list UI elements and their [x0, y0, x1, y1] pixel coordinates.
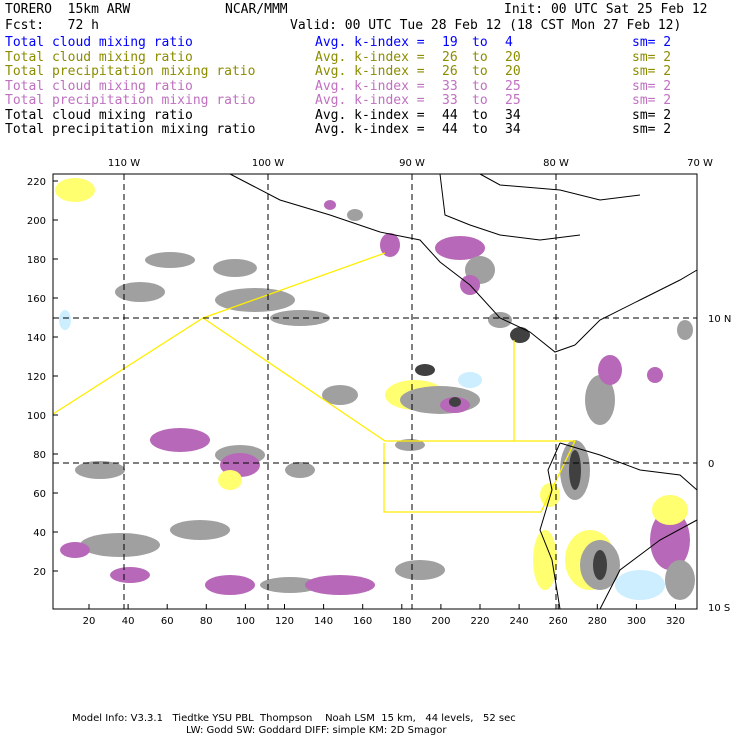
y-tick-label: 180 [27, 255, 46, 266]
cloud-area [569, 450, 581, 490]
x-tick-label: 100 [236, 616, 255, 627]
x-tick-label: 260 [549, 616, 568, 627]
y-tick-label: 200 [27, 216, 46, 227]
region-boundary-line [383, 440, 577, 513]
cloud-area [533, 530, 557, 590]
cloud-area [615, 570, 665, 600]
latitude-label: 10 S [708, 603, 730, 614]
cloud-area [324, 200, 336, 210]
longitude-label: 110 W [108, 158, 140, 169]
latitude-label: 0 [708, 459, 714, 470]
cloud-area [218, 470, 242, 490]
cloud-area [677, 320, 693, 340]
x-tick-label: 220 [470, 616, 489, 627]
coastline [479, 173, 641, 201]
coastline [229, 173, 576, 353]
cloud-area [80, 533, 160, 557]
cloud-area [488, 312, 512, 328]
longitude-label: 90 W [399, 158, 425, 169]
cloud-area [593, 550, 607, 580]
x-tick-label: 60 [161, 616, 174, 627]
x-tick-label: 40 [122, 616, 135, 627]
y-tick-label: 60 [33, 489, 46, 500]
model-info-line1: Model Info: V3.3.1 Tiedtke YSU PBL Thomp… [72, 713, 516, 724]
latitude-label: 10 N [708, 314, 731, 325]
cloud-area [75, 461, 125, 479]
x-tick-label: 120 [275, 616, 294, 627]
longitude-label: 70 W [687, 158, 713, 169]
cloud-area [305, 575, 375, 595]
y-tick-label: 140 [27, 333, 46, 344]
coastline [439, 173, 581, 241]
y-tick-label: 100 [27, 411, 46, 422]
x-tick-label: 200 [431, 616, 450, 627]
map-plot: 110 W 100 W 90 W 80 W 70 W 10 N 0 10 S 220 200 180… [27, 158, 731, 627]
x-tick-label: 300 [627, 616, 646, 627]
y-tick-label: 160 [27, 294, 46, 305]
model-info-line2: LW: Godd SW: Goddard DIFF: simple KM: 2D… [186, 725, 447, 736]
x-tick-label: 320 [666, 616, 685, 627]
cloud-area [205, 575, 255, 595]
y-tick-label: 80 [33, 450, 46, 461]
cloud-area [347, 209, 363, 221]
y-tick-label: 120 [27, 372, 46, 383]
cloud-area [59, 310, 71, 330]
cloud-area [213, 259, 257, 277]
cloud-area [395, 560, 445, 580]
x-tick-label: 20 [83, 616, 96, 627]
y-tick-label: 220 [27, 177, 46, 188]
cloud-area [458, 372, 482, 388]
longitude-label: 100 W [252, 158, 284, 169]
x-tick-label: 240 [510, 616, 529, 627]
cloud-area [145, 252, 195, 268]
cloud-area [60, 542, 90, 558]
cloud-area [170, 520, 230, 540]
x-tick-label: 160 [353, 616, 372, 627]
x-tick-label: 180 [392, 616, 411, 627]
longitude-label: 80 W [543, 158, 569, 169]
y-tick-label: 40 [33, 528, 46, 539]
cloud-area [110, 567, 150, 583]
cloud-area [510, 327, 530, 343]
cloud-area [115, 282, 165, 302]
x-tick-label: 140 [314, 616, 333, 627]
cloud-area [55, 178, 95, 202]
cloud-area [285, 462, 315, 478]
cloud-area [647, 367, 663, 383]
cloud-area [665, 560, 695, 600]
y-tick-label: 20 [33, 567, 46, 578]
cloud-area [449, 397, 461, 407]
x-tick-label: 80 [200, 616, 213, 627]
cloud-area [150, 428, 210, 452]
x-tick-label: 280 [588, 616, 607, 627]
cloud-area [415, 364, 435, 376]
cloud-area [598, 355, 622, 385]
cloud-area [652, 495, 688, 525]
